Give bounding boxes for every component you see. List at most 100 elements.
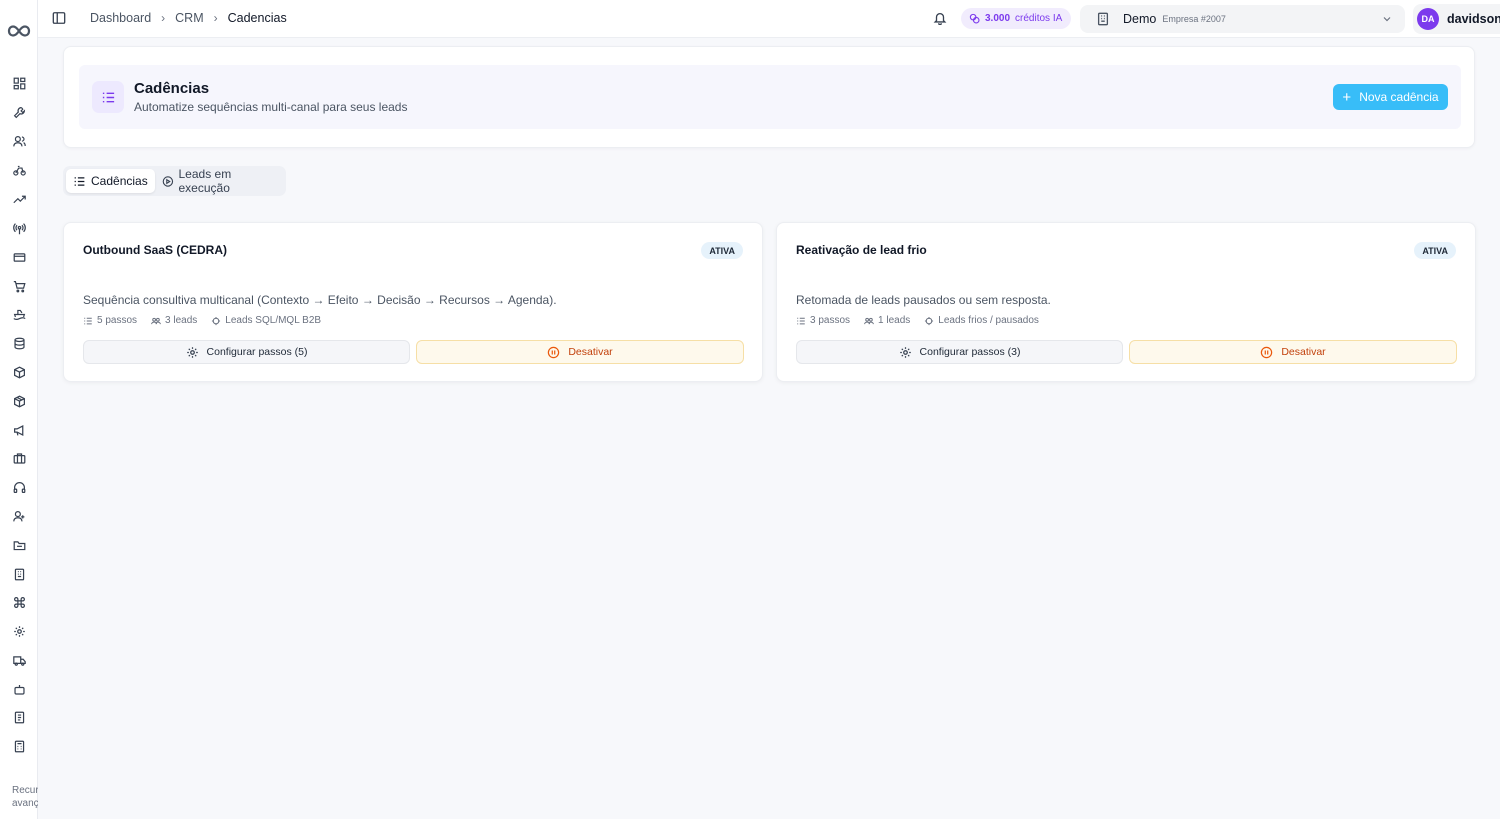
cart-icon[interactable] [11, 278, 27, 294]
cadence-description: Sequência consultiva multicanal (Context… [83, 293, 557, 307]
chevron-right-icon: › [213, 11, 218, 25]
user-name: davidson [1447, 12, 1500, 26]
configure-steps-button[interactable]: Configurar passos (3) [796, 340, 1123, 364]
box-icon[interactable] [11, 393, 27, 409]
tab-cadencias[interactable]: Cadências [66, 169, 155, 193]
users-icon[interactable] [11, 133, 27, 149]
status-badge: ATIVA [701, 242, 743, 259]
target-icon [925, 316, 934, 325]
calculator-icon[interactable] [11, 738, 27, 754]
bike-icon[interactable] [11, 162, 27, 178]
deactivate-label: Desativar [568, 346, 613, 358]
leads-count: 3 leads [165, 315, 198, 326]
new-cadence-button[interactable]: + Nova cadência [1333, 84, 1448, 110]
breadcrumb: Dashboard › CRM › Cadencias [90, 11, 287, 25]
page-title: Cadências [134, 80, 210, 97]
credits-value: 3.000 [985, 13, 1011, 24]
tab-label: Cadências [91, 174, 148, 188]
list-ordered-icon [74, 176, 85, 186]
deactivate-button[interactable]: Desativar [416, 340, 744, 364]
sidebar-footer-text: Recursos avançados [12, 785, 38, 809]
company-name: Demo [1123, 12, 1157, 26]
contacts-icon[interactable] [11, 508, 27, 524]
page-header: Cadências Automatize sequências multi-ca… [79, 65, 1461, 129]
target-meta: Leads frios / pausados [924, 315, 1039, 326]
company-selector[interactable]: Demo Empresa #2007 [1080, 5, 1405, 33]
configure-steps-button[interactable]: Configurar passos (5) [83, 340, 410, 364]
deactivate-label: Desativar [1281, 346, 1326, 358]
sidebar: Recursos avançados [0, 0, 38, 819]
chevron-down-icon [1383, 17, 1391, 22]
gear-icon[interactable] [11, 623, 27, 639]
cadence-card: Outbound SaaS (CEDRA) ATIVA Sequência co… [63, 222, 763, 382]
page-subtitle: Automatize sequências multi-canal para s… [134, 100, 408, 114]
coins-icon [969, 13, 980, 24]
wrench-icon[interactable] [11, 104, 27, 120]
radio-signal-icon[interactable] [11, 220, 27, 236]
cadence-title: Outbound SaaS (CEDRA) [83, 243, 227, 257]
cadence-card: Reativação de lead frio ATIVA Retomada d… [776, 222, 1476, 382]
view-tabs: Cadências Leads em execução [63, 166, 286, 196]
cadence-description: Retomada de leads pausados ou sem respos… [796, 293, 1051, 307]
company-id: Empresa #2007 [1162, 14, 1226, 24]
credit-card-icon[interactable] [11, 249, 27, 265]
breadcrumb-dashboard[interactable]: Dashboard [90, 11, 151, 25]
avatar: DA [1417, 8, 1439, 30]
trending-up-icon[interactable] [11, 191, 27, 207]
leads-meta: 3 leads [151, 315, 197, 326]
command-icon[interactable] [11, 594, 27, 610]
target-audience: Leads SQL/MQL B2B [225, 315, 322, 326]
chevron-right-icon: › [161, 11, 166, 25]
deactivate-button[interactable]: Desativar [1129, 340, 1457, 364]
megaphone-icon[interactable] [11, 422, 27, 438]
tab-label: Leads em execução [178, 167, 232, 195]
infinity-logo-icon[interactable] [7, 23, 31, 39]
pause-circle-icon [548, 346, 560, 358]
list-icon [797, 317, 805, 324]
database-icon[interactable] [11, 335, 27, 351]
cadence-meta: 3 passos 1 leads Leads frios / pausados [796, 315, 1039, 326]
user-menu[interactable]: DA davidson [1413, 4, 1500, 34]
target-meta: Leads SQL/MQL B2B [211, 315, 321, 326]
folder-icon[interactable] [11, 537, 27, 553]
target-icon [212, 316, 221, 325]
building-icon[interactable] [11, 566, 27, 582]
dashboard-grid-icon[interactable] [11, 75, 27, 91]
status-badge: ATIVA [1414, 242, 1456, 259]
configure-steps-label: Configurar passos (3) [919, 346, 1021, 358]
plus-icon: + [1342, 88, 1352, 106]
page-header-card: Cadências Automatize sequências multi-ca… [63, 46, 1475, 148]
building-icon [1097, 12, 1109, 26]
credits-unit: créditos IA [1015, 13, 1063, 24]
leads-count: 1 leads [878, 315, 911, 326]
headphones-icon[interactable] [11, 479, 27, 495]
ai-credits-badge[interactable]: 3.000 créditos IA [961, 8, 1072, 29]
tab-leads-em-execucao[interactable]: Leads em execução [155, 167, 283, 195]
play-circle-icon [162, 175, 173, 187]
leads-meta: 1 leads [864, 315, 910, 326]
pause-circle-icon [1261, 346, 1273, 358]
package-icon[interactable] [11, 364, 27, 380]
users-icon [151, 317, 161, 324]
sidebar-toggle-icon[interactable] [52, 11, 68, 27]
configure-steps-label: Configurar passos (5) [206, 346, 308, 358]
list-icon [84, 317, 92, 324]
steps-count: 5 passos [97, 315, 138, 326]
robot-icon[interactable] [11, 681, 27, 697]
cadence-meta: 5 passos 3 leads Leads SQL/MQL B2B [83, 315, 321, 326]
briefcase-icon[interactable] [11, 450, 27, 466]
receipt-icon[interactable] [11, 709, 27, 725]
breadcrumb-crm[interactable]: CRM [175, 11, 203, 25]
users-icon [864, 317, 874, 324]
breadcrumb-current: Cadencias [227, 11, 287, 25]
bell-icon[interactable] [933, 11, 949, 27]
target-audience: Leads frios / pausados [938, 315, 1039, 326]
gear-icon [899, 346, 911, 358]
truck-icon[interactable] [11, 652, 27, 668]
steps-meta: 5 passos [83, 315, 137, 326]
steps-meta: 3 passos [796, 315, 850, 326]
list-ordered-icon [92, 81, 124, 113]
gear-icon [186, 346, 198, 358]
top-bar: Dashboard › CRM › Cadencias 3.000 crédit… [38, 0, 1500, 38]
ship-icon[interactable] [11, 306, 27, 322]
